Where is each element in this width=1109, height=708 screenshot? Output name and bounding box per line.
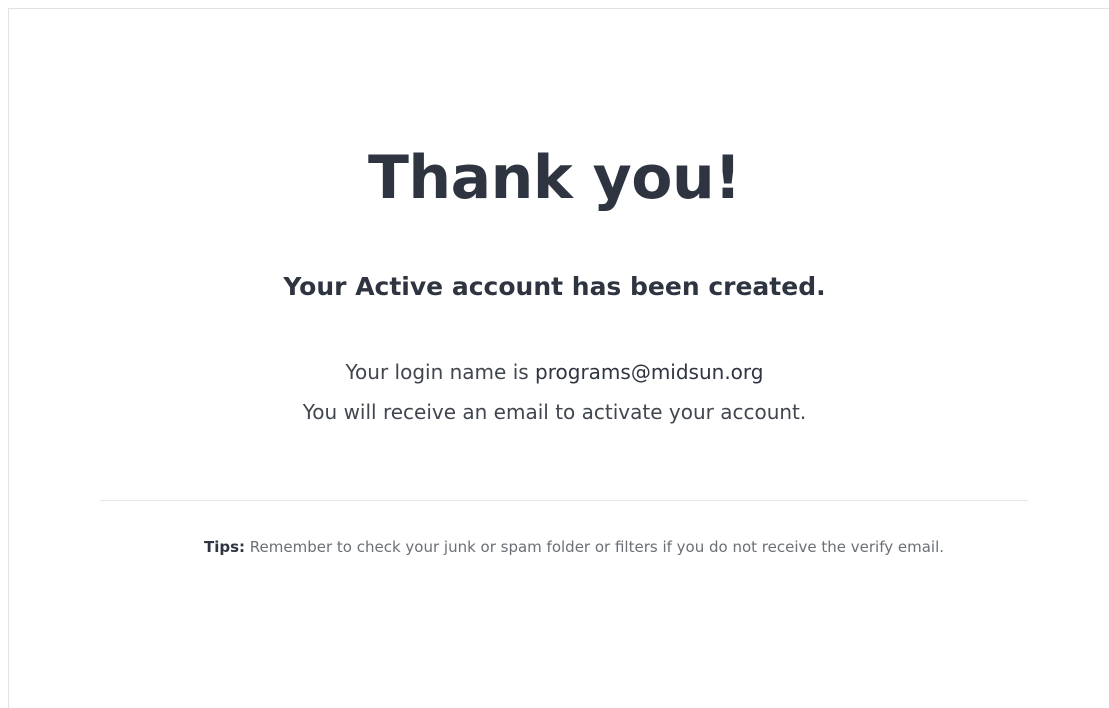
tips-note: Tips: Remember to check your junk or spa… xyxy=(120,532,1028,562)
activation-note: You will receive an email to activate yo… xyxy=(302,400,807,424)
account-created-message: Your Active account has been created. xyxy=(283,272,826,301)
section-divider xyxy=(100,500,1028,501)
tips-label: Tips: xyxy=(203,538,246,556)
login-name-line: Your login name is programs@midsun.org xyxy=(0,352,1109,392)
tips-text: Remember to check your junk or spam fold… xyxy=(245,538,945,556)
login-name-value: programs@midsun.org xyxy=(535,360,764,384)
confirmation-content: Thank you! Your Active account has been … xyxy=(0,0,1109,694)
page-title: Thank you! xyxy=(367,143,742,213)
login-info: Your login name is programs@midsun.org Y… xyxy=(0,352,1109,432)
login-name-prefix: Your login name is xyxy=(345,360,536,384)
